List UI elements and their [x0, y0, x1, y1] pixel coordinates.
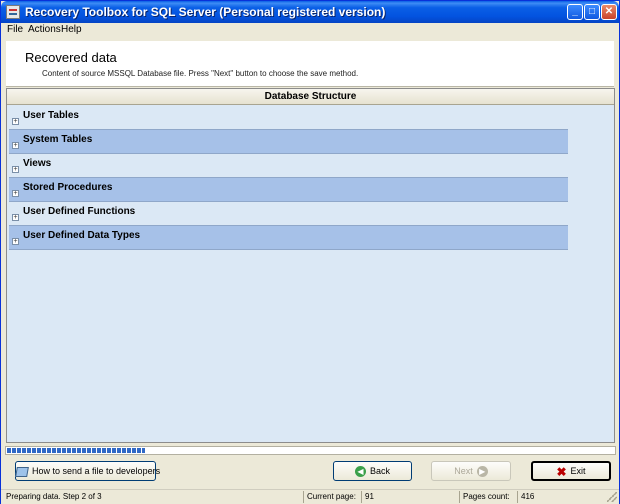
resize-grip-icon[interactable] [607, 492, 617, 502]
status-bar: Preparing data. Step 2 of 3 Current page… [1, 489, 619, 504]
tree-row-user-defined-functions[interactable]: + User Defined Functions [9, 202, 568, 226]
left-arrow-icon: ◀ [354, 466, 366, 478]
row-label: Stored Procedures [23, 182, 113, 193]
close-button[interactable]: ✕ [601, 4, 617, 20]
tree-row-views[interactable]: + Views [9, 154, 568, 178]
next-button[interactable]: Next ▶ [431, 461, 511, 481]
pages-count-value: 416 [517, 491, 534, 503]
progress-bar [5, 446, 616, 455]
expand-icon[interactable]: + [12, 214, 19, 221]
tree-row-user-tables[interactable]: + User Tables [9, 106, 568, 130]
title-bar[interactable]: Recovery Toolbox for SQL Server (Persona… [1, 1, 619, 23]
maximize-button[interactable]: □ [584, 4, 600, 20]
exit-button[interactable]: ✖ Exit [531, 461, 611, 481]
page-description: Content of source MSSQL Database file. P… [42, 69, 359, 78]
app-icon[interactable] [6, 5, 20, 19]
menu-file[interactable]: File [7, 24, 23, 35]
status-message: Preparing data. Step 2 of 3 [6, 492, 102, 501]
minimize-button[interactable]: _ [567, 4, 583, 20]
menu-actions[interactable]: Actions [28, 24, 61, 35]
menu-help[interactable]: Help [61, 24, 82, 35]
row-label: System Tables [23, 134, 93, 145]
tree-row-system-tables[interactable]: + System Tables [9, 130, 568, 154]
x-icon: ✖ [556, 464, 567, 479]
envelope-icon [15, 466, 29, 477]
row-label: User Tables [23, 110, 79, 121]
send-button-label: How to send a file to developers [32, 466, 161, 476]
database-structure-grid[interactable]: Database Structure + User Tables + Syste… [6, 88, 615, 443]
expand-icon[interactable]: + [12, 142, 19, 149]
row-label: User Defined Functions [23, 206, 136, 217]
main-window: Recovery Toolbox for SQL Server (Persona… [0, 0, 620, 504]
exit-button-label: Exit [570, 466, 586, 476]
header-panel: Recovered data Content of source MSSQL D… [6, 41, 614, 87]
row-label: Views [23, 158, 52, 169]
window-title: Recovery Toolbox for SQL Server (Persona… [25, 5, 386, 19]
expand-icon[interactable]: + [12, 238, 19, 245]
next-button-label: Next [454, 466, 473, 476]
column-header[interactable]: Database Structure [7, 89, 614, 105]
right-arrow-icon: ▶ [476, 466, 488, 478]
pages-count-label: Pages count: [459, 491, 510, 503]
menu-bar: File Actions Help [1, 23, 619, 38]
page-title: Recovered data [25, 50, 117, 65]
send-file-to-developers-button[interactable]: How to send a file to developers [15, 461, 160, 481]
back-button[interactable]: ◀ Back [333, 461, 412, 481]
row-label: User Defined Data Types [23, 230, 141, 241]
tree-row-user-defined-data-types[interactable]: + User Defined Data Types [9, 226, 568, 250]
current-page-value: 91 [361, 491, 374, 503]
tree-row-stored-procedures[interactable]: + Stored Procedures [9, 178, 568, 202]
expand-icon[interactable]: + [12, 118, 19, 125]
expand-icon[interactable]: + [12, 190, 19, 197]
expand-icon[interactable]: + [12, 166, 19, 173]
progress-fill [7, 448, 145, 453]
current-page-label: Current page: [303, 491, 356, 503]
back-button-label: Back [369, 466, 390, 476]
